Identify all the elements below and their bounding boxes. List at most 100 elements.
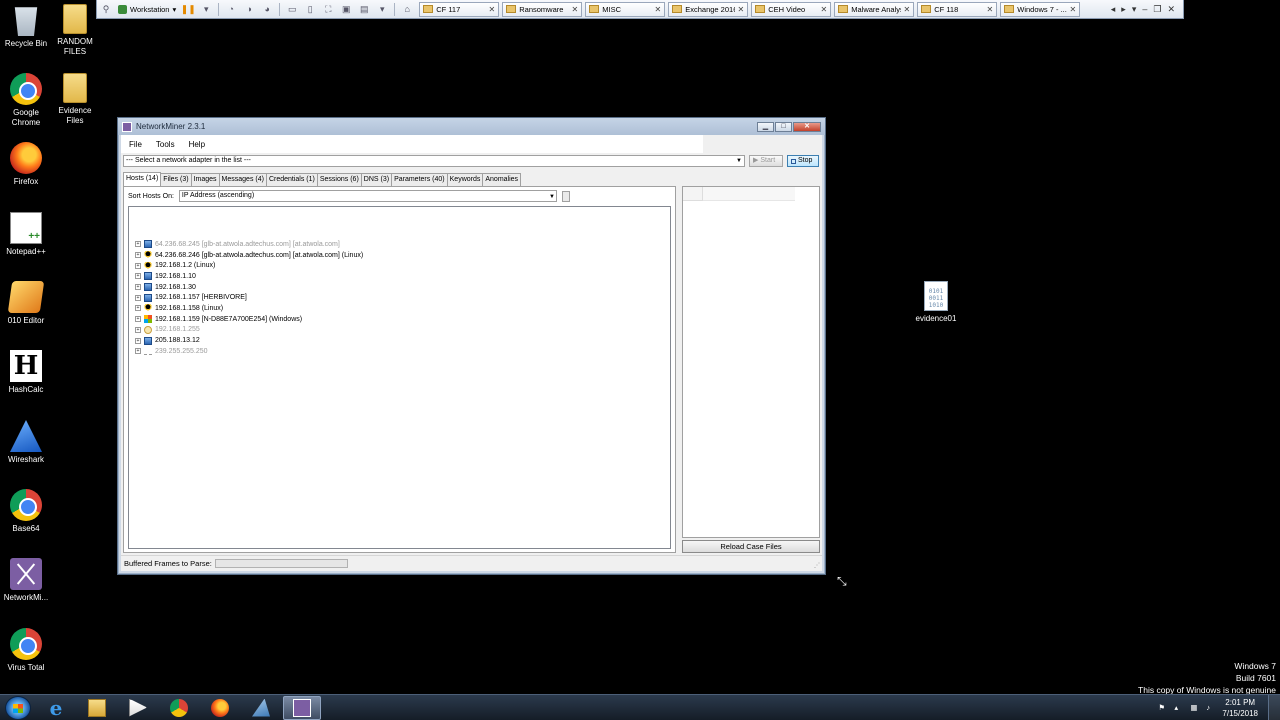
start-button[interactable] (5, 695, 31, 720)
close-icon[interactable]: ✕ (987, 5, 994, 14)
expand-icon[interactable]: + (135, 348, 141, 355)
chevron-down-icon[interactable]: ▾ (1132, 4, 1137, 15)
revert-snapshot-icon[interactable]: ◑ (242, 3, 256, 16)
host-tree-row[interactable]: +64.236.68.246 [glb-at.atwola.adtechus.c… (135, 250, 670, 261)
tab-dns[interactable]: DNS (3) (360, 173, 393, 186)
desktop-shortcut[interactable]: Base64 (0, 489, 52, 534)
vm-tab[interactable]: CF 117 ✕ (419, 1, 500, 17)
taskbar-button[interactable] (242, 696, 280, 720)
window-titlebar[interactable]: NetworkMiner 2.3.1 ▁ □ ✕ (118, 118, 825, 135)
desktop-shortcut[interactable]: NetworkMi... (0, 558, 52, 603)
tab-anomalies[interactable]: Anomalies (482, 173, 522, 186)
resize-grip-icon[interactable]: ⋰ (814, 562, 820, 569)
tab-messages[interactable]: Messages (4) (218, 173, 267, 186)
tab-parameters[interactable]: Parameters (40) (391, 173, 448, 186)
library-icon[interactable]: ▭ (285, 3, 299, 16)
restore-icon[interactable]: ❐ (1153, 4, 1161, 15)
expand-icon[interactable]: + (135, 241, 141, 248)
host-tree-row[interactable]: +192.168.1.30 (135, 282, 670, 293)
host-tree-row[interactable]: +239.255.255.250 (135, 346, 670, 357)
network-adapter-select[interactable]: --- Select a network adapter in the list… (123, 155, 745, 167)
scroll-left-icon[interactable]: ◂ (1111, 4, 1116, 15)
close-icon[interactable]: ✕ (821, 5, 828, 14)
desktop-shortcut[interactable]: Recycle Bin (0, 4, 52, 49)
taskbar-button[interactable] (78, 696, 116, 720)
host-tree[interactable]: +64.236.68.245 [glb-at.atwola.adtechus.c… (128, 206, 671, 549)
list-header-cell[interactable] (683, 187, 703, 201)
close-icon[interactable]: ✕ (655, 5, 662, 14)
workstation-menu[interactable]: Workstation ▾ (115, 4, 179, 14)
expand-icon[interactable]: + (135, 252, 141, 259)
pause-icon[interactable]: ❚❚ (181, 3, 196, 16)
menu-file[interactable]: File (129, 140, 142, 149)
scroll-right-icon[interactable]: ▸ (1121, 4, 1126, 15)
menu-tools[interactable]: Tools (156, 140, 175, 149)
desktop-shortcut[interactable]: Notepad++ (0, 212, 52, 257)
host-tree-row[interactable]: +64.236.68.245 [glb-at.atwola.adtechus.c… (135, 239, 670, 250)
host-tree-row[interactable]: +192.168.1.2 (Linux) (135, 260, 670, 271)
unity-icon[interactable]: ▣ (339, 3, 353, 16)
desktop-shortcut[interactable]: Firefox (0, 142, 52, 187)
chevron-down-icon[interactable]: ▾ (375, 3, 389, 16)
tab-credentials[interactable]: Credentials (1) (265, 173, 318, 186)
desktop-shortcut[interactable]: Wireshark (0, 420, 52, 465)
maximize-button[interactable]: □ (775, 121, 792, 132)
case-files-list[interactable] (682, 186, 820, 538)
close-icon[interactable]: ✕ (1167, 4, 1175, 15)
vm-tab[interactable]: MISC ✕ (585, 1, 666, 17)
close-icon[interactable]: ✕ (489, 5, 496, 14)
close-button[interactable]: ✕ (793, 121, 821, 132)
desktop-shortcut[interactable]: Evidence Files (49, 73, 101, 126)
taskbar-button[interactable] (119, 696, 157, 720)
host-tree-row[interactable]: +192.168.1.159 [N-D88E7A700E254] (Window… (135, 314, 670, 325)
vm-tab[interactable]: CEH Video ✕ (751, 1, 832, 17)
show-hidden-icons-icon[interactable]: ▴ (1174, 703, 1183, 712)
host-tree-row[interactable]: +192.168.1.10 (135, 271, 670, 282)
host-tree-row[interactable]: +192.168.1.255 (135, 325, 670, 336)
host-tree-row[interactable]: +192.168.1.157 [HERBIVORE] (135, 292, 670, 303)
clock[interactable]: 2:01 PM 7/15/2018 (1222, 697, 1258, 719)
home-tab-icon[interactable]: ⌂ (400, 3, 414, 16)
tab-sessions[interactable]: Sessions (6) (316, 173, 362, 186)
desktop-shortcut[interactable]: 0101 0011 1010 evidence01 (910, 281, 962, 324)
desktop-shortcut[interactable]: Google Chrome (0, 73, 52, 128)
tab-files[interactable]: Files (3) (160, 173, 192, 186)
taskbar-button[interactable] (160, 696, 198, 720)
chevron-down-icon[interactable]: ▾ (199, 3, 213, 16)
manage-snapshots-icon[interactable]: ◕ (260, 3, 274, 16)
close-icon[interactable]: ✕ (572, 5, 579, 14)
reload-case-files-button[interactable]: Reload Case Files (682, 540, 820, 553)
vm-tab[interactable]: Ransomware ✕ (502, 1, 583, 17)
tab-keywords[interactable]: Keywords (446, 173, 484, 186)
expand-icon[interactable]: + (135, 294, 141, 301)
host-tree-row[interactable]: +205.188.13.12 (135, 335, 670, 346)
close-icon[interactable]: ✕ (1070, 5, 1077, 14)
menu-help[interactable]: Help (189, 140, 205, 149)
desktop-shortcut[interactable]: Virus Total (0, 628, 52, 673)
console-view-icon[interactable]: ▤ (357, 3, 371, 16)
sort-hosts-select[interactable]: IP Address (ascending) ▼ (178, 190, 557, 202)
snapshot-icon[interactable]: ◔ (224, 3, 238, 16)
fullscreen-icon[interactable]: ⛶ (321, 3, 335, 16)
thumbnail-icon[interactable]: ▯ (303, 3, 317, 16)
network-icon[interactable]: ▦ (1190, 703, 1199, 712)
stop-button[interactable]: Stop (787, 155, 819, 167)
close-icon[interactable]: ✕ (904, 5, 911, 14)
notification-flag-icon[interactable]: ⚑ (1158, 703, 1167, 712)
expand-icon[interactable]: + (135, 337, 141, 344)
start-button[interactable]: ▶ Start (749, 155, 783, 167)
vm-tab[interactable]: CF 118 ✕ (917, 1, 998, 17)
pin-icon[interactable]: ⚲ (99, 3, 113, 16)
taskbar-button[interactable] (201, 696, 239, 720)
tab-hosts[interactable]: Hosts (14) (123, 172, 162, 186)
show-desktop-button[interactable] (1268, 694, 1280, 720)
desktop-shortcut[interactable]: H HashCalc (0, 350, 52, 395)
expand-icon[interactable]: + (135, 316, 141, 323)
vm-tab[interactable]: Exchange 2016 ✕ (668, 1, 749, 17)
list-header-cell[interactable] (703, 187, 795, 201)
tab-images[interactable]: Images (190, 173, 220, 186)
expand-icon[interactable]: + (135, 284, 141, 291)
close-icon[interactable]: ✕ (738, 5, 745, 14)
desktop-shortcut[interactable]: 010 Editor (0, 281, 52, 326)
host-tree-row[interactable]: +192.168.1.158 (Linux) (135, 303, 670, 314)
